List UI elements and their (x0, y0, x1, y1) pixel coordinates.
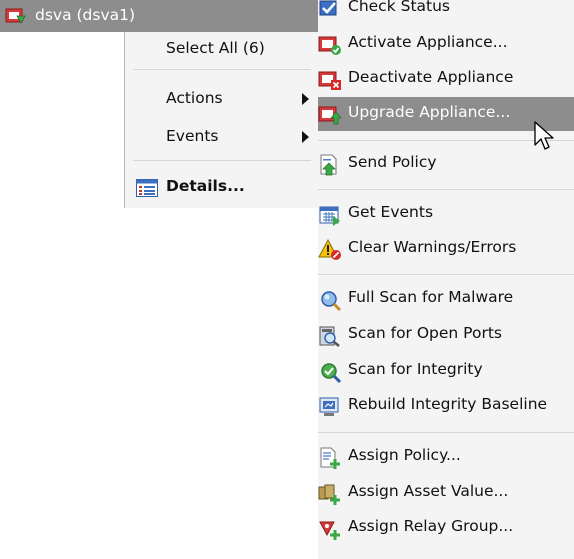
events-menu-item[interactable]: Events (125, 120, 319, 154)
get-events-label: Get Events (348, 203, 434, 221)
check-status-icon (319, 0, 337, 16)
actions-label: Actions (166, 89, 223, 107)
asset-value-icon (318, 484, 340, 505)
menu-separator (133, 69, 311, 70)
deactivate-appliance-label: Deactivate Appliance (348, 68, 514, 86)
assign-policy-label: Assign Policy... (348, 446, 461, 464)
submenu-arrow-icon (302, 93, 309, 105)
scan-integrity-label: Scan for Integrity (348, 360, 483, 378)
activate-appliance-icon (318, 36, 341, 55)
deactivate-appliance-item[interactable]: Deactivate Appliance (318, 62, 574, 96)
select-all-item[interactable]: Select All (6) (125, 32, 319, 66)
assign-asset-value-label: Assign Asset Value... (348, 482, 509, 500)
assign-relay-group-item[interactable]: Assign Relay Group... (318, 511, 574, 545)
mouse-cursor-icon (534, 121, 554, 150)
menu-separator (318, 189, 574, 190)
warning-icon (318, 239, 341, 260)
assign-policy-item[interactable]: Assign Policy... (318, 440, 574, 474)
details-menu-item[interactable]: Details... (125, 170, 319, 204)
appliance-node-icon (5, 8, 26, 24)
clear-warnings-label: Clear Warnings/Errors (348, 238, 517, 256)
check-status-label: Check Status (348, 0, 450, 15)
assign-asset-value-item[interactable]: Assign Asset Value... (318, 476, 574, 510)
scan-open-ports-label: Scan for Open Ports (348, 324, 502, 342)
rebuild-baseline-item[interactable]: Rebuild Integrity Baseline (318, 389, 574, 423)
select-all-label: Select All (6) (166, 39, 265, 57)
send-policy-icon (320, 154, 337, 176)
assign-policy-icon (320, 447, 340, 469)
assign-relay-group-label: Assign Relay Group... (348, 517, 514, 535)
menu-separator (318, 432, 574, 433)
actions-menu-item[interactable]: Actions (125, 82, 319, 116)
submenu-arrow-icon (302, 131, 309, 143)
upgrade-appliance-icon (318, 106, 342, 125)
activate-appliance-item[interactable]: Activate Appliance... (318, 27, 574, 61)
full-scan-malware-item[interactable]: Full Scan for Malware (318, 282, 574, 316)
tree-node-label: dsva (dsva1) (35, 6, 136, 24)
events-label: Events (166, 127, 219, 145)
full-scan-malware-label: Full Scan for Malware (348, 288, 514, 306)
activate-appliance-label: Activate Appliance... (348, 33, 508, 51)
tree-node-dsva[interactable]: dsva (dsva1) (0, 0, 318, 32)
upgrade-appliance-label: Upgrade Appliance... (348, 103, 511, 121)
check-status-item[interactable]: Check Status (318, 0, 574, 25)
relay-group-icon (319, 521, 340, 540)
menu-separator (318, 274, 574, 275)
send-policy-label: Send Policy (348, 153, 437, 171)
integrity-scan-icon (321, 363, 342, 383)
rebuild-baseline-label: Rebuild Integrity Baseline (348, 395, 548, 413)
clear-warnings-item[interactable]: Clear Warnings/Errors (318, 232, 574, 266)
get-events-icon (319, 206, 340, 226)
details-label: Details... (166, 177, 245, 195)
malware-scan-icon (321, 291, 342, 311)
scan-open-ports-item[interactable]: Scan for Open Ports (318, 318, 574, 352)
details-list-icon (136, 179, 158, 197)
port-scan-icon (319, 326, 340, 347)
context-menu: Select All (6) Actions Events Details... (124, 32, 319, 208)
deactivate-appliance-icon (318, 71, 341, 90)
menu-separator (133, 160, 311, 161)
get-events-item[interactable]: Get Events (318, 197, 574, 231)
baseline-icon (319, 397, 339, 416)
scan-integrity-item[interactable]: Scan for Integrity (318, 354, 574, 388)
actions-submenu: Check Status Activate Appliance... Deact… (318, 0, 574, 559)
